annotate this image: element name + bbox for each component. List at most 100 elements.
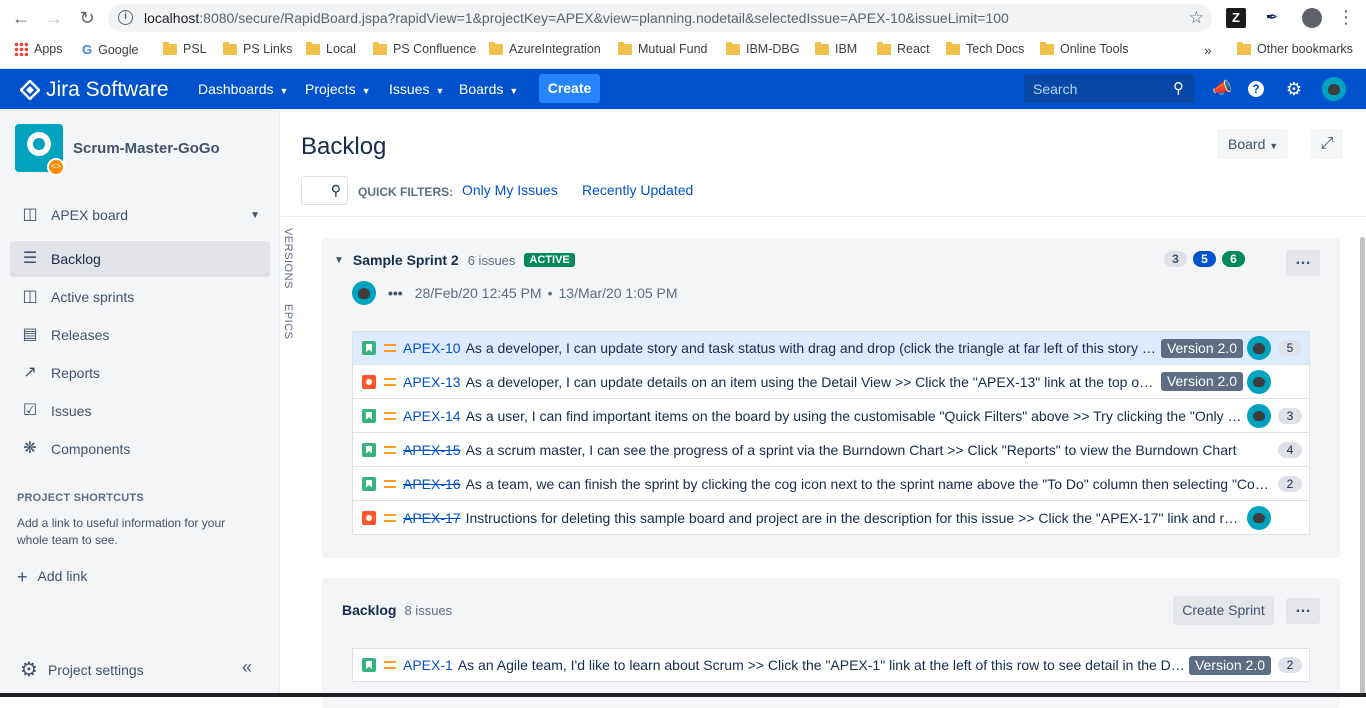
collapse-toggle-icon[interactable]: ▼ [334,255,344,266]
bookmark-ibm[interactable]: IBM [815,41,857,56]
browser-menu-icon[interactable]: ⋮ [1336,8,1356,28]
search-icon: ⚲ [1173,80,1184,97]
issue-key-link[interactable]: APEX-15 [403,442,461,458]
bookmark-online-tools[interactable]: Online Tools [1040,41,1129,56]
add-link-button[interactable]: + Add link [17,567,87,588]
issue-key-link[interactable]: APEX-17 [403,510,461,526]
backlog-search-input[interactable]: ⚲ [301,176,348,205]
profile-icon[interactable] [1302,8,1322,28]
issue-row[interactable]: APEX-14 As a user, I can find important i… [352,399,1310,433]
user-avatar[interactable] [1322,77,1346,101]
menu-boards[interactable]: Boards ▼ [459,81,518,97]
page-scrollbar[interactable] [1360,237,1365,697]
taskbar-edge [0,693,1366,697]
date-separator: • [547,285,553,301]
project-name[interactable]: Scrum-Master-GoGo [73,140,220,157]
sprint-name[interactable]: Sample Sprint 2 [353,252,459,268]
story-points-badge: 2 [1278,657,1302,673]
assignee-avatar[interactable] [1247,336,1271,360]
priority-medium-icon [384,344,396,352]
issue-key-link[interactable]: APEX-1 [403,657,453,673]
forward-icon[interactable]: → [44,8,64,28]
product-name: Jira Software [46,78,169,101]
backlog-more-actions-button[interactable]: … [1286,598,1320,624]
help-icon[interactable]: ? [1248,81,1264,97]
create-button[interactable]: Create [539,74,600,103]
bug-type-icon [362,374,376,389]
board-dropdown-button[interactable]: Board ▼ [1217,129,1288,159]
assignee-avatar[interactable] [1247,369,1271,394]
issue-row[interactable]: APEX-16 As a team, we can finish the spri… [352,467,1310,501]
sidebar-item-active-sprints[interactable]: ◫ Active sprints [10,279,270,315]
assignee-avatar[interactable] [1247,403,1271,428]
sidebar-item-reports[interactable]: ↗ Reports [10,355,270,391]
jira-logo[interactable]: Jira Software [20,78,169,102]
backlog-issue-list: APEX-1 As an Agile team, I'd like to lear… [352,648,1310,682]
sprint-assignee-avatar[interactable] [352,281,376,305]
active-sprints-icon: ◫ [22,288,38,305]
bookmark-star-icon[interactable]: ☆ [1189,8,1204,28]
bookmark-apps[interactable]: Apps [14,42,63,56]
sidebar-item-backlog[interactable]: ☰ Backlog [10,241,270,277]
board-selector[interactable]: ◫ APEX board ▼ [10,197,270,233]
more-assignees-icon[interactable]: ••• [388,285,403,301]
issue-row[interactable]: APEX-13 As a developer, I can update deta… [352,365,1310,399]
issue-row[interactable]: APEX-10 As a developer, I can update stor… [352,331,1310,365]
sidebar-item-issues[interactable]: ☑ Issues [10,393,270,429]
issue-key-link[interactable]: APEX-16 [403,476,461,492]
menu-issues[interactable]: Issues ▼ [389,81,444,97]
create-sprint-button[interactable]: Create Sprint [1173,596,1274,625]
url-text[interactable]: localhost:8080/secure/RapidBoard.jspa?ra… [144,10,1009,26]
bookmark-ibm-dbg[interactable]: IBM-DBG [726,41,799,56]
quick-filter-only-my-issues[interactable]: Only My Issues [462,182,558,198]
plus-icon: + [17,567,28,587]
bookmark-local[interactable]: Local [306,41,356,56]
issue-row[interactable]: APEX-1 As an Agile team, I'd like to lear… [352,648,1310,682]
bookmark-ps-links[interactable]: PS Links [223,41,292,56]
reload-icon[interactable]: ↻ [77,8,97,28]
sprint-more-actions-button[interactable]: … [1286,250,1320,276]
quick-filter-recently-updated[interactable]: Recently Updated [582,182,693,198]
bookmark-azureintegration[interactable]: AzureIntegration [489,41,601,56]
zotero-extension-icon[interactable]: Z [1226,8,1246,28]
bookmark-react[interactable]: React [877,41,930,56]
address-bar[interactable]: i localhost:8080/secure/RapidBoard.jspa?… [108,4,1212,32]
folder-icon [163,41,177,55]
bookmark-google[interactable]: G Google [82,42,138,57]
site-info-icon[interactable]: i [118,10,133,25]
sprint-container: ▼ Sample Sprint 2 6 issues ACTIVE 3 5 6 … [322,238,1340,558]
search-placeholder: Search [1033,81,1078,97]
project-settings-link[interactable]: ⚙ Project settings [20,657,144,682]
sidebar-item-releases[interactable]: ▤ Releases [10,317,270,353]
notifications-megaphone-icon[interactable]: 📣 [1212,79,1232,99]
bookmark-ps-confluence[interactable]: PS Confluence [373,41,476,56]
collapse-sidebar-icon[interactable]: « [242,657,252,678]
browser-toolbar: ← → ↻ i localhost:8080/secure/RapidBoard… [0,0,1366,36]
menu-projects[interactable]: Projects ▼ [305,81,371,97]
backlog-issue-count: 8 issues [404,603,453,618]
back-icon[interactable]: ← [11,8,31,28]
issue-key-link[interactable]: APEX-14 [403,408,461,424]
issue-summary: As a developer, I can update story and t… [465,340,1157,356]
issue-key-link[interactable]: APEX-10 [403,340,461,356]
eyedropper-extension-icon[interactable]: ✒ [1262,8,1282,28]
bookmarks-overflow[interactable]: » [1204,42,1212,58]
assignee-avatar[interactable] [1247,505,1271,530]
issue-summary: Instructions for deleting this sample bo… [465,509,1243,526]
sidebar-item-components[interactable]: ❋ Components [10,431,270,467]
bookmark-tech-docs[interactable]: Tech Docs [946,41,1024,56]
search-input[interactable]: Search ⚲ [1024,74,1194,103]
issue-key-link[interactable]: APEX-13 [403,374,461,390]
bookmark-psl[interactable]: PSL [163,41,207,56]
issue-row[interactable]: APEX-15 As a scrum master, I can see the … [352,433,1310,467]
folder-icon [373,41,387,55]
bookmark-mutual-fund[interactable]: Mutual Fund [618,41,707,56]
issue-row[interactable]: APEX-17 Instructions for deleting this sa… [352,501,1310,535]
bookmark-other[interactable]: Other bookmarks [1237,41,1353,56]
settings-gear-icon[interactable]: ⚙ [1284,79,1304,99]
menu-dashboards[interactable]: Dashboards ▼ [198,81,288,97]
folder-icon [877,41,891,55]
folder-icon [946,41,960,55]
fullscreen-expand-icon[interactable]: ⤢ [1311,129,1343,159]
releases-icon: ▤ [22,326,38,343]
